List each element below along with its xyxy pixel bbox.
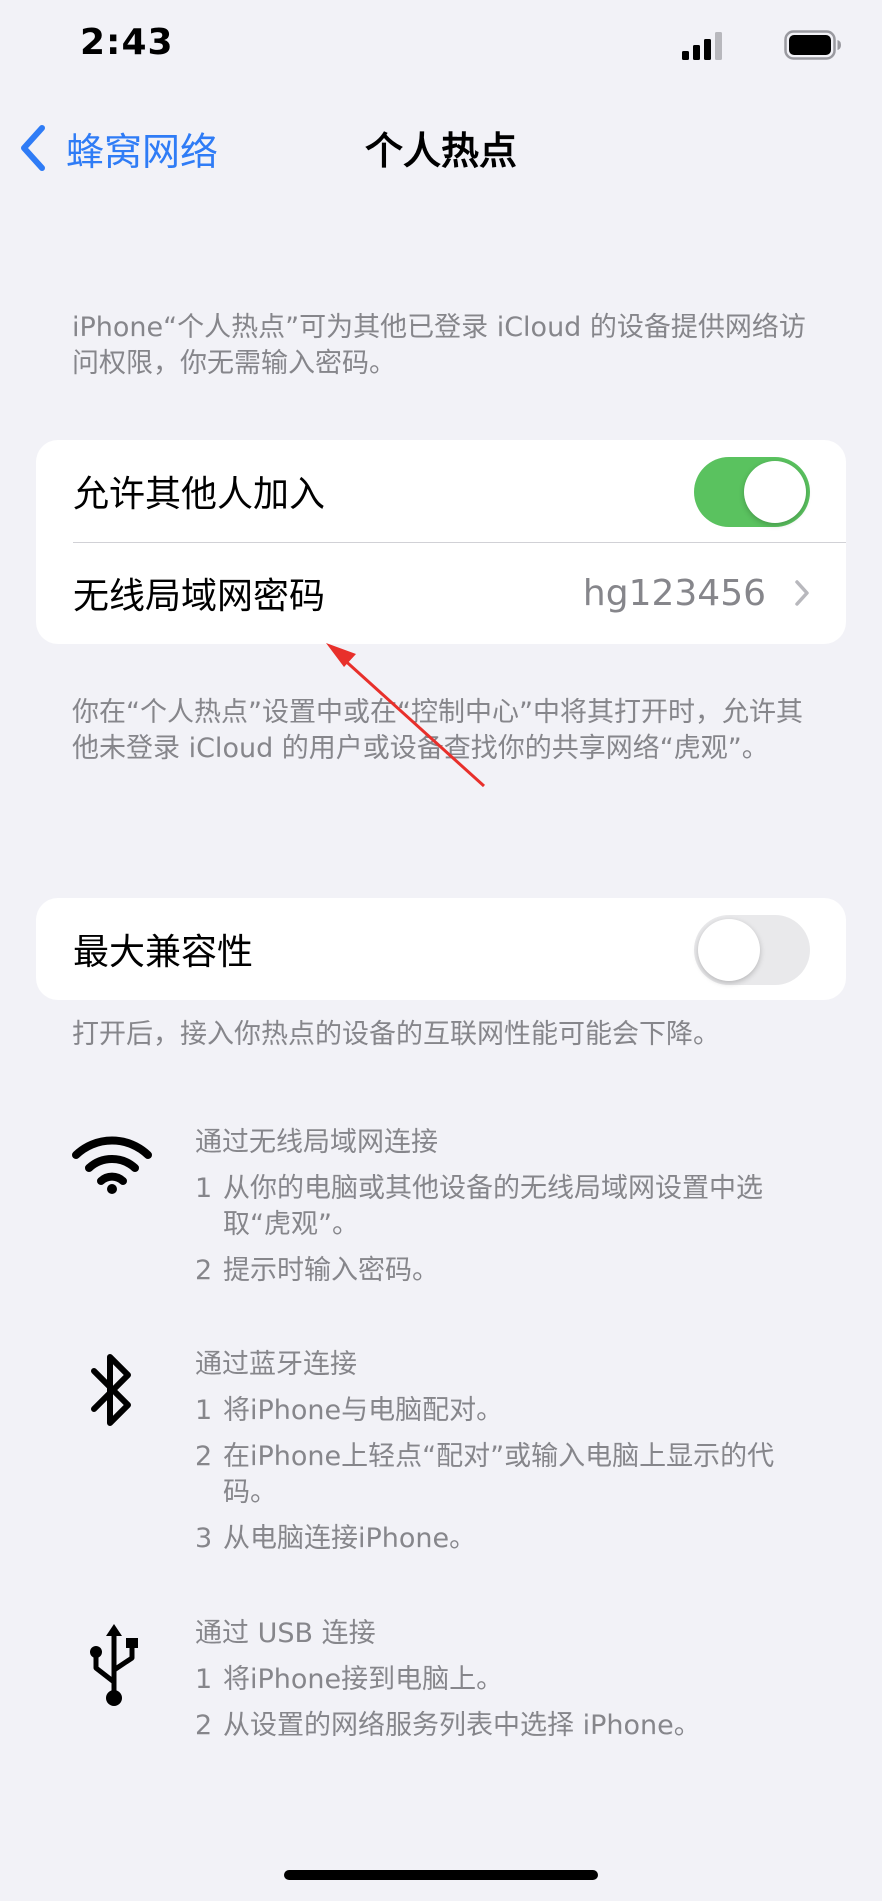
max-compat-label: 最大兼容性: [73, 932, 254, 973]
list-item: 2 从设置的网络服务列表中选择 iPhone。: [195, 1710, 701, 1741]
chevron-right-icon: [795, 580, 809, 606]
bluetooth-method-title: 通过蓝牙连接: [195, 1349, 357, 1380]
max-compat-toggle[interactable]: [694, 915, 810, 985]
max-compat-row: 最大兼容性: [36, 898, 846, 1000]
personal-hotspot-screen: 2:43 蜂窝网络 个人热点 iPhone“个人热点”可为其他已登录 iClou…: [0, 0, 882, 1901]
page-title: 个人热点: [364, 129, 517, 173]
allow-others-row: 允许其他人加入: [36, 440, 846, 542]
list-item: 1 从你的电脑或其他设备的无线局域网设置中选取“虎观”。: [195, 1173, 763, 1240]
status-time: 2:43: [80, 22, 174, 63]
compatibility-card: 最大兼容性: [36, 898, 846, 1000]
hotspot-description: iPhone“个人热点”可为其他已登录 iCloud 的设备提供网络访问权限，你…: [72, 312, 806, 379]
list-item: 2 提示时输入密码。: [195, 1255, 439, 1286]
allow-others-toggle[interactable]: [694, 457, 810, 527]
hotspot-settings-card: 允许其他人加入 无线局域网密码 hg123456: [36, 440, 846, 644]
wifi-method-text: 通过无线局域网连接 1 从你的电脑或其他设备的无线局域网设置中选取“虎观”。 2提…: [195, 1125, 815, 1299]
list-item: 1 将iPhone接到电脑上。: [195, 1664, 504, 1695]
usb-method-text: 通过 USB 连接 1 将iPhone接到电脑上。 2 从设置的网络服务列表中选择 …: [195, 1616, 815, 1754]
usb-icon: [90, 1624, 138, 1706]
bluetooth-method-text: 通过蓝牙连接 1 将iPhone与电脑配对。 2 在iPhone上轻点“配对”或输入…: [195, 1347, 815, 1567]
list-item: 2 在iPhone上轻点“配对”或输入电脑上显示的代码。: [195, 1441, 775, 1508]
toggle-knob: [698, 919, 760, 981]
compat-description: 打开后，接入你热点的设备的互联网性能可能会下降。: [72, 1019, 720, 1050]
wifi-password-value: hg123456: [582, 572, 766, 614]
home-indicator[interactable]: [284, 1870, 598, 1880]
bluetooth-icon: [91, 1354, 131, 1426]
toggle-knob: [744, 461, 806, 523]
signal-icon: [682, 32, 722, 60]
usb-method-title: 通过 USB 连接: [195, 1618, 376, 1649]
list-item: 1 将iPhone与电脑配对。: [195, 1395, 504, 1426]
allow-others-label: 允许其他人加入: [73, 474, 326, 515]
wifi-password-label: 无线局域网密码: [73, 576, 326, 617]
battery-icon: [784, 30, 841, 60]
wifi-method-title: 通过无线局域网连接: [195, 1127, 438, 1158]
list-item: 3 从电脑连接iPhone。: [195, 1523, 477, 1554]
wifi-password-row[interactable]: 无线局域网密码 hg123456: [36, 542, 846, 644]
discovery-description: 你在“个人热点”设置中或在“控制中心”中将其打开时，允许其他未登录 iCloud…: [72, 697, 803, 764]
wifi-icon: [72, 1136, 152, 1194]
